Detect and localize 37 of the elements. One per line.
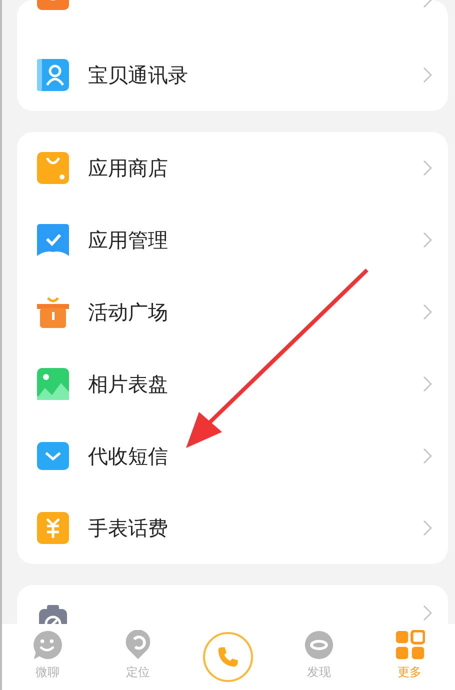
chevron-icon bbox=[423, 605, 432, 621]
menu-item[interactable]: 宝贝通讯录 bbox=[17, 39, 448, 111]
menu-item[interactable]: 活动广场 bbox=[17, 276, 448, 348]
gift-icon bbox=[37, 296, 69, 328]
chevron-icon bbox=[423, 160, 432, 176]
chevron-icon bbox=[423, 304, 432, 320]
menu-item[interactable]: 手表话费 bbox=[17, 492, 448, 564]
menu-item[interactable]: 应用管理 bbox=[17, 204, 448, 276]
tab-label: 发现 bbox=[307, 664, 332, 681]
menu-label: 代收短信 bbox=[88, 442, 169, 470]
menu-item[interactable]: 相片表盘 bbox=[17, 348, 448, 420]
person-icon bbox=[37, 59, 69, 91]
image-icon bbox=[37, 368, 69, 400]
grid-icon bbox=[394, 630, 425, 660]
chevron-icon bbox=[423, 0, 432, 8]
envelope-icon bbox=[37, 440, 69, 472]
menu-label: 相片表盘 bbox=[88, 370, 169, 398]
call-button[interactable] bbox=[203, 632, 254, 682]
menu-label: 应用商店 bbox=[88, 154, 169, 182]
yuan-icon bbox=[37, 512, 69, 544]
chevron-icon bbox=[423, 232, 432, 248]
menu-label: 应用管理 bbox=[88, 226, 169, 254]
check-icon bbox=[37, 224, 69, 256]
tab-label: 定位 bbox=[126, 664, 150, 681]
menu-item[interactable]: 应用商店 bbox=[17, 132, 448, 204]
menu-label: 宝贝通讯录 bbox=[88, 62, 189, 88]
menu-label: 活动广场 bbox=[88, 298, 169, 326]
menu-item[interactable]: 代收短信 bbox=[17, 420, 448, 492]
menu-label: 手表话费 bbox=[88, 514, 169, 542]
eye-icon bbox=[304, 630, 334, 660]
chevron-icon bbox=[423, 448, 432, 464]
tab-label: 更多 bbox=[398, 664, 422, 681]
tab-label: 微聊 bbox=[35, 664, 60, 681]
chevron-icon bbox=[423, 376, 432, 392]
chevron-icon bbox=[423, 520, 432, 536]
bag-icon bbox=[37, 152, 69, 184]
chevron-icon bbox=[423, 67, 432, 83]
